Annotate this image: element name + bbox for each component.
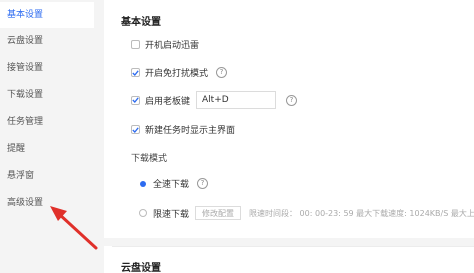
sidebar-item-advanced[interactable]: 高级设置 [0,190,94,216]
no-disturb-checkbox[interactable] [131,68,140,77]
autostart-row[interactable]: 开机启动迅雷 [131,38,199,51]
boss-key-label: 启用老板键 [145,96,191,107]
modify-config-button[interactable]: 修改配置 [195,206,242,220]
limit-info-text: 限速时间段： 00: 00-23: 59 最大下载速度: 1024KB/S 最大… [249,208,474,218]
help-icon[interactable]: ? [216,67,228,78]
check-icon [132,126,139,133]
help-icon[interactable]: ? [197,178,209,189]
full-speed-row[interactable]: 全速下载 ? [139,177,209,190]
show-main-row[interactable]: 新建任务时显示主界面 [131,123,235,136]
autostart-label: 开机启动迅雷 [145,41,200,51]
boss-key-checkbox[interactable] [131,95,140,105]
check-icon [132,97,139,103]
limited-speed-label: 限速下载 [153,209,190,220]
sidebar: 基本设置 云盘设置 接管设置 下载设置 任务管理 提醒 悬浮窗 高级设置 [0,0,104,273]
full-speed-label: 全速下载 [153,180,190,190]
sidebar-item-download[interactable]: 下载设置 [0,82,94,108]
boss-key-row[interactable]: 启用老板键 Alt+D ? [131,91,298,109]
sidebar-item-basic[interactable]: 基本设置 [0,2,94,28]
sidebar-item-cloud[interactable]: 云盘设置 [0,28,94,54]
show-main-label: 新建任务时显示主界面 [145,126,236,136]
no-disturb-row[interactable]: 开启免打扰模式 ? [131,66,228,79]
help-icon[interactable]: ? [286,94,298,106]
full-speed-radio[interactable] [139,179,147,188]
settings-window: 基本设置 云盘设置 接管设置 下载设置 任务管理 提醒 悬浮窗 高级设置 基本设… [0,0,474,273]
boss-key-input[interactable]: Alt+D [196,91,277,109]
sidebar-item-tasks[interactable]: 任务管理 [0,109,94,135]
panel-separator [104,238,474,246]
cloud-settings-title: 云盘设置 [121,263,161,273]
sidebar-item-takeover[interactable]: 接管设置 [0,55,94,81]
basic-settings-title: 基本设置 [121,17,161,28]
no-disturb-label: 开启免打扰模式 [145,69,209,79]
cloud-settings-panel [112,246,474,273]
autostart-checkbox[interactable] [131,40,140,49]
download-mode-title: 下载模式 [131,154,168,164]
limited-speed-row[interactable]: 限速下载 修改配置 限速时间段： 00: 00-23: 59 最大下载速度: 1… [139,206,474,220]
limited-speed-radio[interactable] [139,209,147,217]
basic-settings-panel [112,0,474,238]
check-icon [132,69,139,76]
sidebar-item-float[interactable]: 悬浮窗 [0,163,94,189]
show-main-checkbox[interactable] [131,125,140,134]
sidebar-item-reminder[interactable]: 提醒 [0,136,94,162]
